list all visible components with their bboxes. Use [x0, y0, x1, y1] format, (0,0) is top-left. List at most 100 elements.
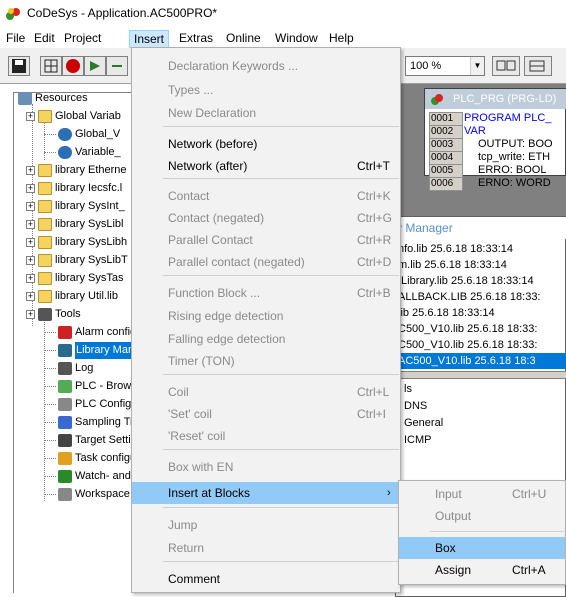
tree-item-label: Workspace: [75, 488, 130, 500]
menu-edit[interactable]: Edit: [30, 30, 59, 48]
tree-item-label: library Etherne: [55, 164, 127, 176]
tree-item[interactable]: + library SysLibh: [0, 234, 140, 251]
pane-splitter[interactable]: [396, 371, 566, 379]
expand-icon[interactable]: +: [26, 166, 35, 175]
library-row[interactable]: m.lib 25.6.18 18:33:14: [396, 257, 566, 273]
tree-item[interactable]: Resources: [0, 90, 140, 107]
tree-item[interactable]: + library Etherne: [0, 162, 140, 179]
tree-item[interactable]: Alarm configu: [0, 324, 142, 341]
tree-item[interactable]: + library SysLibl: [0, 216, 140, 233]
library-row[interactable]: lib 25.6.18 18:33:14: [396, 305, 566, 321]
menu-extras[interactable]: Extras: [175, 30, 217, 48]
tree-item[interactable]: Library Manag: [0, 342, 148, 359]
tree-item[interactable]: Sampling Tra: [0, 414, 140, 431]
submenu-item-shortcut: Ctrl+A: [512, 563, 546, 577]
tree-item[interactable]: + library SysTas: [0, 270, 140, 287]
tree-connector: [44, 476, 56, 477]
expand-icon[interactable]: +: [26, 310, 35, 319]
expand-icon[interactable]: +: [26, 112, 35, 121]
tree-item[interactable]: + library SysInt_: [0, 198, 140, 215]
tree-item[interactable]: + library Iecsfc.l: [0, 180, 140, 197]
code-line[interactable]: 0003 OUTPUT: BOO: [429, 138, 553, 152]
tree-item[interactable]: + library Util.lib: [0, 288, 140, 305]
chevron-down-icon[interactable]: ▼: [470, 57, 484, 75]
run-button[interactable]: [84, 56, 106, 76]
library-row[interactable]: C500_V10.lib 25.6.18 18:33:: [396, 321, 566, 337]
stop-button[interactable]: [62, 56, 84, 76]
code-line[interactable]: 0004 tcp_write: ETH: [429, 151, 550, 165]
menu-window[interactable]: Window: [271, 30, 322, 48]
menu-item-timer-ton: Timer (TON): [132, 350, 400, 372]
menu-file[interactable]: File: [2, 30, 29, 48]
menu-item-network-after[interactable]: Network (after) Ctrl+T: [132, 155, 400, 177]
expand-icon[interactable]: +: [26, 184, 35, 193]
tree-item[interactable]: Workspace: [0, 486, 140, 503]
menu-item-insert-at-blocks[interactable]: Insert at Blocks ›: [132, 482, 400, 504]
plc-prg-window[interactable]: PLC_PRG (PRG-LD) 0001 PROGRAM PLC_ 0002 VAR…: [424, 88, 566, 191]
expand-icon[interactable]: +: [26, 220, 35, 229]
tree-item[interactable]: PLC - Browse: [0, 378, 143, 395]
tree-item[interactable]: + Global Variab: [0, 108, 140, 125]
pou-folder-row[interactable]: DNS: [404, 398, 427, 414]
network-view-button[interactable]: [492, 56, 520, 76]
tree-item[interactable]: Global_V: [0, 126, 140, 143]
zoom-select[interactable]: 100 % ▼: [405, 56, 485, 76]
tree-item[interactable]: + library SysLibT: [0, 252, 140, 269]
expand-icon[interactable]: +: [26, 202, 35, 211]
tree-item[interactable]: PLC Configura: [0, 396, 147, 413]
plc-prg-titlebar: PLC_PRG (PRG-LD): [425, 89, 566, 109]
folder-icon: [38, 272, 52, 285]
box-icon: [529, 60, 545, 72]
pou-folder-row[interactable]: General: [404, 415, 443, 431]
tree-item[interactable]: Log: [0, 360, 140, 377]
pou-folder-row[interactable]: ls: [404, 381, 412, 397]
library-row[interactable]: AC500_V10.lib 25.6.18 18:3: [396, 353, 566, 369]
tree-connector: [44, 422, 56, 423]
submenu-item-assign[interactable]: Assign Ctrl+A: [399, 559, 565, 581]
browse-icon: [58, 380, 72, 393]
code-text: VAR: [464, 125, 486, 137]
expand-icon[interactable]: +: [26, 256, 35, 265]
menu-project[interactable]: Project: [60, 30, 105, 48]
expand-icon[interactable]: +: [26, 238, 35, 247]
menu-help[interactable]: Help: [325, 30, 358, 48]
tree-item-label: Resources: [35, 92, 88, 104]
code-line[interactable]: 0006 ERNO: WORD: [429, 177, 551, 191]
menu-item-label: Parallel contact (negated): [168, 255, 305, 269]
library-row[interactable]: C500_V10.lib 25.6.18 18:33:: [396, 337, 566, 353]
code-line[interactable]: 0001 PROGRAM PLC_: [429, 112, 551, 126]
menu-item-return: Return: [132, 537, 400, 559]
menu-online[interactable]: Online: [222, 30, 265, 48]
step-button[interactable]: [106, 56, 128, 76]
tree-connector: [44, 404, 56, 405]
tree-item[interactable]: Watch- and F: [0, 468, 141, 485]
network-icon: [496, 60, 516, 71]
library-row[interactable]: ALLBACK.LIB 25.6.18 18:33:: [396, 289, 566, 305]
menu-item-label: Insert at Blocks: [168, 486, 251, 500]
menu-insert[interactable]: Insert: [129, 30, 170, 48]
open-button[interactable]: [40, 56, 62, 76]
library-row[interactable]: tLibrary.lib 25.6.18 18:33:14: [396, 273, 566, 289]
expand-icon[interactable]: +: [26, 292, 35, 301]
box-view-button[interactable]: [524, 56, 552, 76]
code-line[interactable]: 0005 ERRO: BOOL: [429, 164, 546, 178]
menu-separator: [163, 374, 399, 375]
submenu-item-box[interactable]: Box: [399, 537, 565, 559]
menu-separator: [163, 126, 399, 127]
pou-folder-row[interactable]: ICMP: [404, 432, 432, 448]
submenu-item-input: Input Ctrl+U: [399, 483, 565, 505]
library-manager-title: y Manager: [396, 217, 566, 239]
menu-item-network-before[interactable]: Network (before): [132, 133, 400, 155]
menu-item-function-block: Function Block ... Ctrl+B: [132, 282, 400, 304]
menu-item-box-with-en: Box with EN: [132, 456, 400, 478]
tree-item[interactable]: Task configur: [0, 450, 140, 467]
menu-item-comment[interactable]: Comment: [132, 568, 400, 590]
tree-item[interactable]: + Tools: [0, 306, 140, 323]
code-line[interactable]: 0002 VAR: [429, 125, 486, 139]
tree-item-label: Log: [75, 362, 94, 374]
tree-item[interactable]: Target Setting: [0, 432, 143, 449]
library-row[interactable]: nfo.lib 25.6.18 18:33:14: [396, 241, 566, 257]
expand-icon[interactable]: +: [26, 274, 35, 283]
save-button[interactable]: [8, 56, 30, 76]
tree-item[interactable]: Variable_: [0, 144, 140, 161]
